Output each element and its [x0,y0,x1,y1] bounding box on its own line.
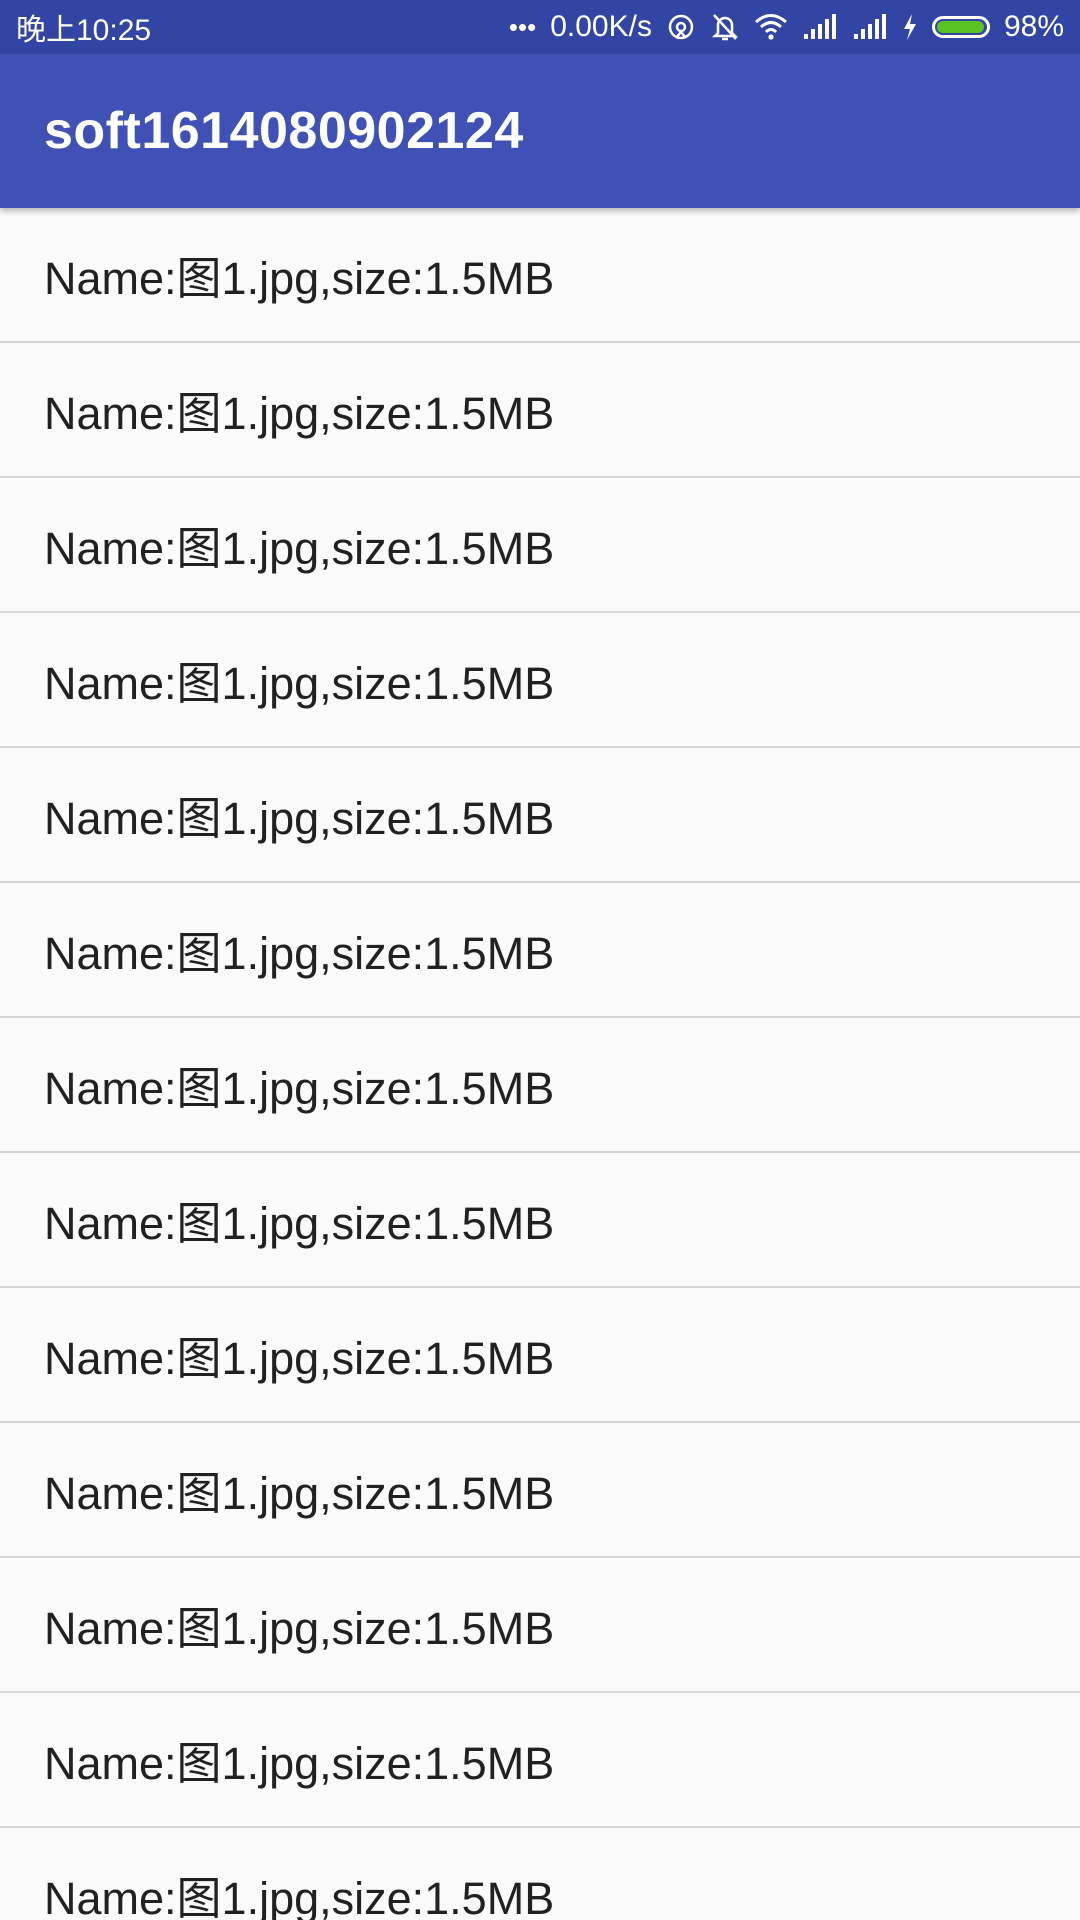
sync-icon [666,12,696,42]
status-time: 晚上10:25 [16,14,152,47]
list-item-label: Name:图1.jpg,size:1.5MB [44,1198,555,1249]
list-item-label: Name:图1.jpg,size:1.5MB [44,1873,555,1920]
status-indicators: ••• 0.00K/s 98% [509,10,1064,44]
list-item-label: Name:图1.jpg,size:1.5MB [44,1468,555,1519]
file-list[interactable]: Name:图1.jpg,size:1.5MB Name:图1.jpg,size:1… [0,208,1080,1920]
list-item[interactable]: Name:图1.jpg,size:1.5MB [0,1558,1080,1693]
app-title: soft1614080902124 [44,102,524,160]
list-item[interactable]: Name:图1.jpg,size:1.5MB [0,1693,1080,1828]
list-item[interactable]: Name:图1.jpg,size:1.5MB [0,1828,1080,1920]
list-item[interactable]: Name:图1.jpg,size:1.5MB [0,1288,1080,1423]
list-item-label: Name:图1.jpg,size:1.5MB [44,1333,555,1384]
list-item[interactable]: Name:图1.jpg,size:1.5MB [0,883,1080,1018]
list-item[interactable]: Name:图1.jpg,size:1.5MB [0,478,1080,613]
list-item-label: Name:图1.jpg,size:1.5MB [44,1603,555,1654]
list-item-label: Name:图1.jpg,size:1.5MB [44,523,555,574]
list-item-label: Name:图1.jpg,size:1.5MB [44,253,555,304]
list-item-label: Name:图1.jpg,size:1.5MB [44,928,555,979]
bell-muted-icon [710,11,740,43]
list-item[interactable]: Name:图1.jpg,size:1.5MB [0,613,1080,748]
app-bar: soft1614080902124 [0,54,1080,208]
charging-icon [902,13,918,41]
signal-icon [802,14,838,40]
list-item-label: Name:图1.jpg,size:1.5MB [44,793,555,844]
list-item-label: Name:图1.jpg,size:1.5MB [44,658,555,709]
list-item[interactable]: Name:图1.jpg,size:1.5MB [0,748,1080,883]
battery-percent: 98% [1003,10,1064,43]
list-item[interactable]: Name:图1.jpg,size:1.5MB [0,1423,1080,1558]
list-item-label: Name:图1.jpg,size:1.5MB [44,1063,555,1114]
more-notifications-icon: ••• [508,11,537,42]
list-item[interactable]: Name:图1.jpg,size:1.5MB [0,1018,1080,1153]
list-item[interactable]: Name:图1.jpg,size:1.5MB [0,343,1080,478]
list-item[interactable]: Name:图1.jpg,size:1.5MB [0,208,1080,343]
signal-icon [852,14,888,40]
wifi-icon [754,13,788,41]
battery-icon [931,16,990,38]
list-item-label: Name:图1.jpg,size:1.5MB [44,388,555,439]
list-item-label: Name:图1.jpg,size:1.5MB [44,1738,555,1789]
status-bar: 晚上10:25 ••• 0.00K/s 98% [0,0,1080,54]
network-speed: 0.00K/s [550,10,652,43]
list-item[interactable]: Name:图1.jpg,size:1.5MB [0,1153,1080,1288]
